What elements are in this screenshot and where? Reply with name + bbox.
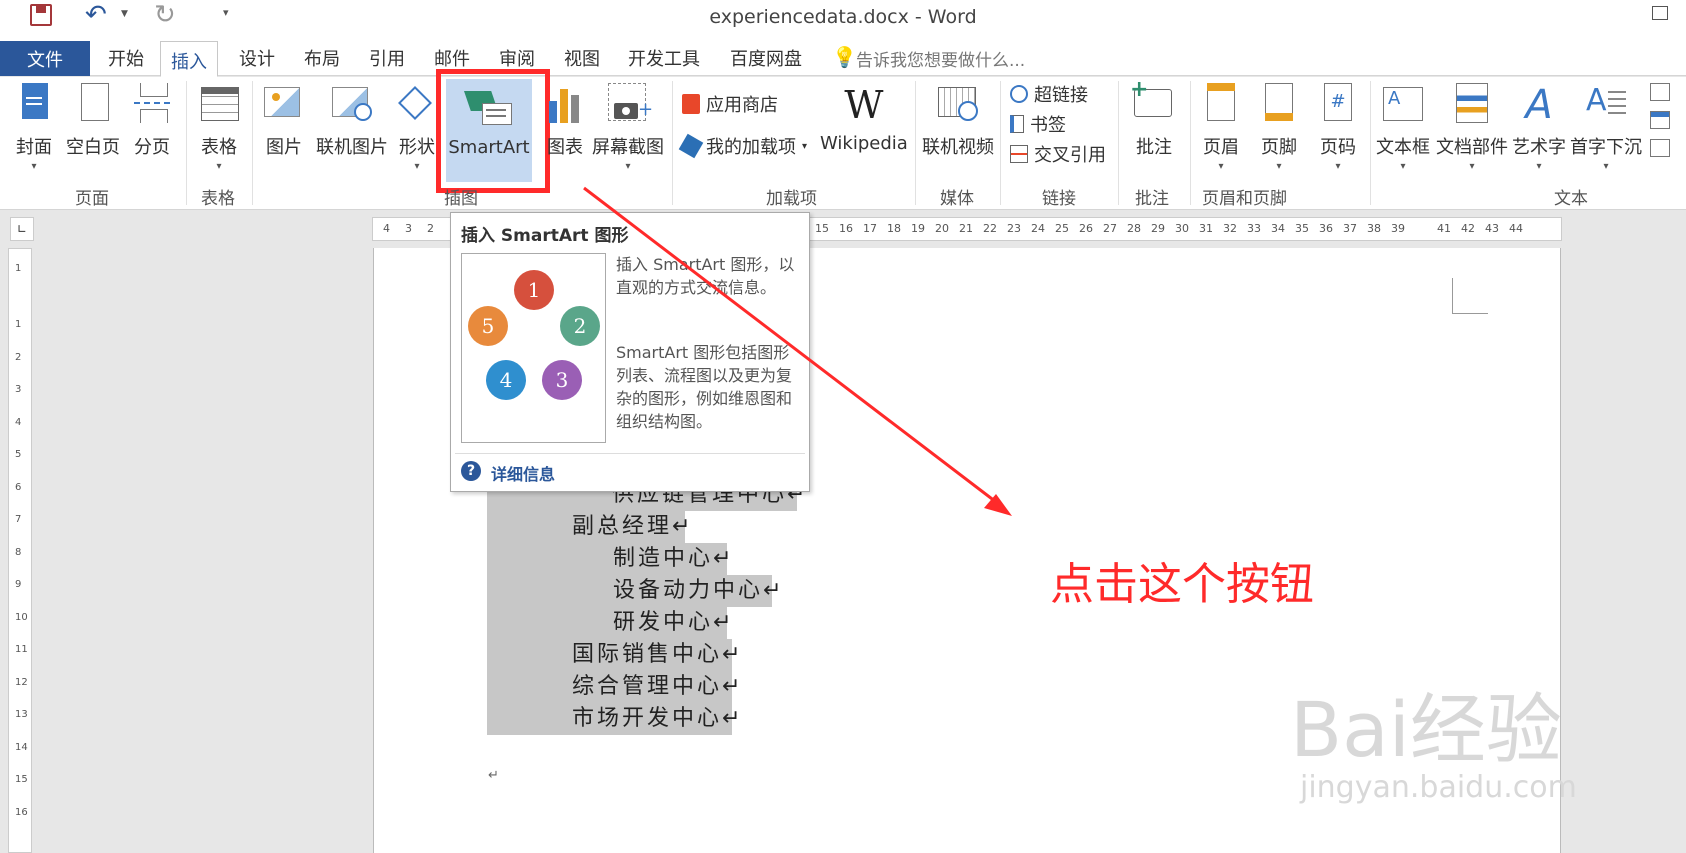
baidu-watermark: Bai经验 [1290, 685, 1562, 774]
annotation-text: 点击这个按钮 [1050, 559, 1314, 610]
baidu-watermark-url: jingyan.baidu.com [1300, 770, 1577, 805]
